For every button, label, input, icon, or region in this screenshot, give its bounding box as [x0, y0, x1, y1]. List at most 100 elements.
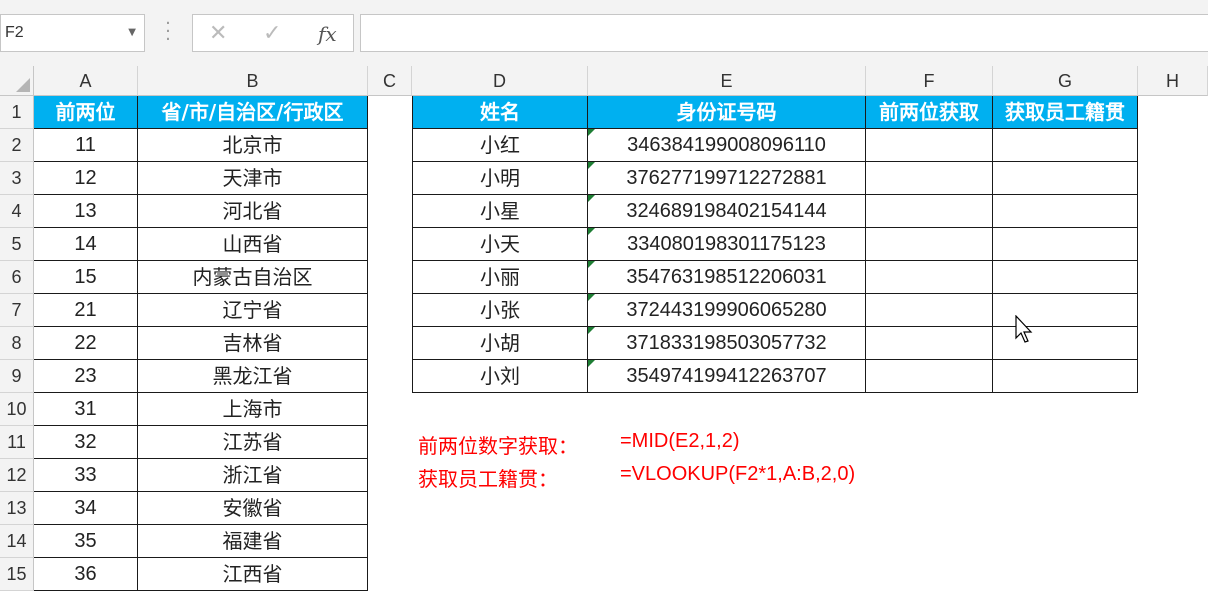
id-number-text: 346384199008096110 — [627, 134, 826, 156]
first-two-digits-cell[interactable] — [866, 129, 993, 162]
id-number-cell[interactable]: 334080198301175123 — [588, 228, 866, 261]
province-name-cell[interactable]: 天津市 — [138, 162, 368, 195]
province-code-cell[interactable]: 36 — [34, 558, 138, 591]
id-number-text: 334080198301175123 — [627, 233, 826, 255]
province-name-cell[interactable]: 内蒙古自治区 — [138, 261, 368, 294]
first-two-digits-cell[interactable] — [866, 228, 993, 261]
id-number-cell[interactable]: 371833198503057732 — [588, 327, 866, 360]
row-header-5[interactable]: 5 — [0, 228, 34, 261]
column-header-g[interactable]: G — [993, 66, 1138, 96]
province-name-cell[interactable]: 江西省 — [138, 558, 368, 591]
row-header-11[interactable]: 11 — [0, 426, 34, 459]
id-number-cell[interactable]: 354974199412263707 — [588, 360, 866, 393]
id-number-cell[interactable]: 346384199008096110 — [588, 129, 866, 162]
id-number-cell[interactable]: 372443199906065280 — [588, 294, 866, 327]
province-code-cell[interactable]: 13 — [34, 195, 138, 228]
employee-name-cell[interactable]: 小张 — [412, 294, 588, 327]
row-header-13[interactable]: 13 — [0, 492, 34, 525]
province-code-cell[interactable]: 22 — [34, 327, 138, 360]
formula-input[interactable] — [360, 14, 1208, 52]
first-two-digits-cell[interactable] — [866, 261, 993, 294]
province-code-cell[interactable]: 15 — [34, 261, 138, 294]
employee-header-cell[interactable]: 身份证号码 — [588, 96, 866, 129]
id-number-text: 354974199412263707 — [626, 365, 827, 387]
employee-name-cell[interactable]: 小天 — [412, 228, 588, 261]
province-code-cell[interactable]: 35 — [34, 525, 138, 558]
column-header-f[interactable]: F — [866, 66, 993, 96]
province-header-cell[interactable]: 省/市/自治区/行政区 — [138, 96, 368, 129]
row-header-10[interactable]: 10 — [0, 393, 34, 426]
column-header-d[interactable]: D — [412, 66, 588, 96]
province-code-cell[interactable]: 21 — [34, 294, 138, 327]
province-name-cell[interactable]: 黑龙江省 — [138, 360, 368, 393]
employee-header-cell[interactable]: 姓名 — [412, 96, 588, 129]
first-two-digits-cell[interactable] — [866, 327, 993, 360]
province-name-cell[interactable]: 浙江省 — [138, 459, 368, 492]
province-code-cell[interactable]: 31 — [34, 393, 138, 426]
province-header-cell[interactable]: 前两位 — [34, 96, 138, 129]
native-place-cell[interactable] — [993, 195, 1138, 228]
name-box[interactable]: F2 ▼ — [0, 14, 145, 52]
employee-name-cell[interactable]: 小胡 — [412, 327, 588, 360]
first-two-digits-cell[interactable] — [866, 294, 993, 327]
row-header-1[interactable]: 1 — [0, 96, 34, 129]
employee-name-cell[interactable]: 小红 — [412, 129, 588, 162]
chevron-down-icon[interactable]: ▼ — [128, 27, 136, 38]
province-name-cell[interactable]: 福建省 — [138, 525, 368, 558]
employee-name-cell[interactable]: 小明 — [412, 162, 588, 195]
employee-header-cell[interactable]: 获取员工籍贯 — [993, 96, 1138, 129]
cancel-icon[interactable]: ✕ — [209, 21, 227, 46]
province-name-cell[interactable]: 河北省 — [138, 195, 368, 228]
id-number-text: 371833198503057732 — [626, 332, 827, 354]
column-header-b[interactable]: B — [138, 66, 368, 96]
province-name-cell[interactable]: 安徽省 — [138, 492, 368, 525]
row-header-6[interactable]: 6 — [0, 261, 34, 294]
insert-function-icon[interactable]: fx — [318, 22, 337, 46]
column-header-h[interactable]: H — [1138, 66, 1208, 96]
native-place-cell[interactable] — [993, 261, 1138, 294]
province-name-cell[interactable]: 吉林省 — [138, 327, 368, 360]
native-place-cell[interactable] — [993, 162, 1138, 195]
province-name-cell[interactable]: 辽宁省 — [138, 294, 368, 327]
row-header-2[interactable]: 2 — [0, 129, 34, 162]
province-code-cell[interactable]: 34 — [34, 492, 138, 525]
native-place-cell[interactable] — [993, 360, 1138, 393]
province-code-cell[interactable]: 33 — [34, 459, 138, 492]
id-number-cell[interactable]: 354763198512206031 — [588, 261, 866, 294]
native-place-cell[interactable] — [993, 228, 1138, 261]
more-options-icon[interactable]: · · · — [163, 15, 173, 49]
row-header-15[interactable]: 15 — [0, 558, 34, 591]
first-two-digits-cell[interactable] — [866, 162, 993, 195]
select-all-icon — [16, 78, 30, 92]
row-header-12[interactable]: 12 — [0, 459, 34, 492]
native-place-cell[interactable] — [993, 129, 1138, 162]
row-header-14[interactable]: 14 — [0, 525, 34, 558]
row-header-9[interactable]: 9 — [0, 360, 34, 393]
column-header-e[interactable]: E — [588, 66, 866, 96]
column-header-a[interactable]: A — [34, 66, 138, 96]
row-header-4[interactable]: 4 — [0, 195, 34, 228]
id-number-cell[interactable]: 376277199712272881 — [588, 162, 866, 195]
province-code-cell[interactable]: 11 — [34, 129, 138, 162]
province-name-cell[interactable]: 上海市 — [138, 393, 368, 426]
employee-name-cell[interactable]: 小丽 — [412, 261, 588, 294]
first-two-digits-cell[interactable] — [866, 195, 993, 228]
first-two-digits-cell[interactable] — [866, 360, 993, 393]
row-header-8[interactable]: 8 — [0, 327, 34, 360]
row-header-3[interactable]: 3 — [0, 162, 34, 195]
employee-header-cell[interactable]: 前两位获取 — [866, 96, 993, 129]
province-code-cell[interactable]: 23 — [34, 360, 138, 393]
column-header-c[interactable]: C — [368, 66, 412, 96]
id-number-cell[interactable]: 324689198402154144 — [588, 195, 866, 228]
enter-icon[interactable]: ✓ — [263, 21, 281, 46]
province-name-cell[interactable]: 江苏省 — [138, 426, 368, 459]
row-header-7[interactable]: 7 — [0, 294, 34, 327]
select-all-corner[interactable] — [0, 66, 34, 96]
province-code-cell[interactable]: 32 — [34, 426, 138, 459]
province-code-cell[interactable]: 12 — [34, 162, 138, 195]
province-code-cell[interactable]: 14 — [34, 228, 138, 261]
employee-name-cell[interactable]: 小星 — [412, 195, 588, 228]
employee-name-cell[interactable]: 小刘 — [412, 360, 588, 393]
province-name-cell[interactable]: 北京市 — [138, 129, 368, 162]
province-name-cell[interactable]: 山西省 — [138, 228, 368, 261]
